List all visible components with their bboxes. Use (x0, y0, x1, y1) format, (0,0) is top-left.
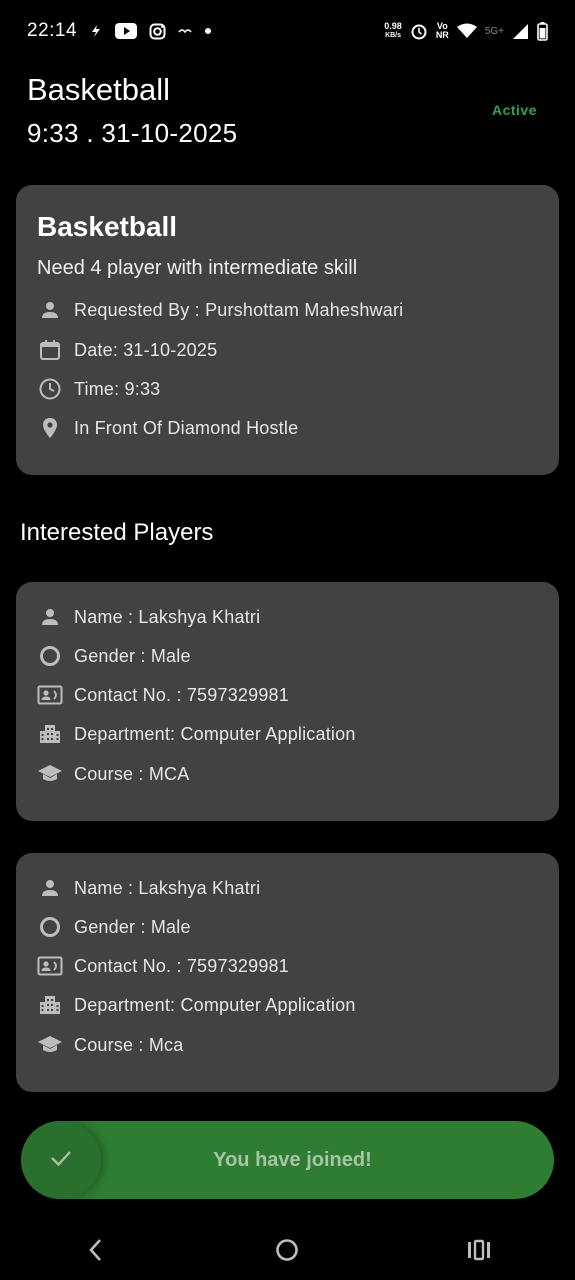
player-name: Name : Lakshya Khatri (74, 606, 261, 627)
player-department-row: Department: Computer Application (37, 719, 356, 749)
request-card: Basketball Need 4 player with intermedia… (16, 185, 559, 475)
recents-button[interactable] (449, 1225, 509, 1275)
volte-indicator: Vo NR (436, 22, 449, 40)
player-contact-row: Contact No. : 7597329981 (37, 951, 289, 981)
player-gender-row: Gender : Male (37, 912, 191, 942)
contact-card-icon (37, 953, 63, 979)
player-contact: Contact No. : 7597329981 (74, 684, 289, 705)
graduation-cap-icon (37, 1032, 63, 1058)
wifi-icon (456, 23, 477, 38)
system-nav-bar (0, 1220, 575, 1280)
player-card: Name : Lakshya Khatri Gender : Male Cont… (16, 582, 559, 821)
flash-icon (92, 25, 101, 37)
player-contact: Contact No. : 7597329981 (74, 955, 289, 976)
player-contact-row: Contact No. : 7597329981 (37, 680, 289, 710)
network-speed-unit: KB/s (385, 32, 402, 39)
slider-knob[interactable] (21, 1121, 101, 1199)
player-department-row: Department: Computer Application (37, 990, 356, 1020)
person-icon (37, 297, 63, 323)
status-badge: Active (491, 102, 537, 118)
requested-by-text: Requested By : Purshottam Maheshwari (74, 299, 404, 320)
person-icon (37, 604, 63, 630)
person-icon (37, 875, 63, 901)
network-type: 5G+ (484, 25, 504, 37)
date-row: Date: 31-10-2025 (37, 335, 217, 365)
player-name: Name : Lakshya Khatri (74, 877, 261, 898)
network-speed: 0.98 KB/s (384, 22, 402, 40)
player-course-row: Course : MCA (37, 759, 189, 789)
request-description: Need 4 player with intermediate skill (37, 257, 358, 279)
more-notifications-dot-icon (205, 28, 212, 34)
calendar-icon (37, 337, 63, 363)
clock-icon (37, 376, 63, 402)
contact-card-icon (37, 682, 63, 708)
network-speed-value: 0.98 (384, 21, 402, 31)
player-course: Course : MCA (74, 763, 190, 784)
player-department: Department: Computer Application (74, 994, 356, 1015)
youtube-icon (115, 23, 138, 39)
time-row: Time: 9:33 (37, 374, 160, 404)
status-time: 22:14 (27, 20, 78, 41)
instagram-icon (149, 23, 166, 39)
circle-icon (37, 643, 63, 669)
recents-icon (468, 1239, 491, 1261)
building-icon (37, 992, 63, 1018)
home-icon (276, 1239, 299, 1261)
requested-by-row: Requested By : Purshottam Maheshwari (37, 295, 403, 325)
request-title: Basketball (37, 211, 178, 242)
date-text: Date: 31-10-2025 (74, 339, 218, 360)
back-icon (89, 1239, 101, 1261)
notification-icon (178, 29, 192, 34)
joined-slider[interactable]: You have joined! (21, 1121, 554, 1199)
back-button[interactable] (66, 1225, 126, 1275)
home-button[interactable] (257, 1225, 317, 1275)
player-course: Course : Mca (74, 1034, 184, 1055)
page-title: Basketball (27, 72, 171, 107)
graduation-cap-icon (37, 761, 63, 787)
player-name-row: Name : Lakshya Khatri (37, 602, 260, 632)
building-icon (37, 721, 63, 747)
section-title: Interested Players (20, 519, 214, 546)
page-datetime: 9:33 . 31-10-2025 (27, 118, 238, 148)
circle-icon (37, 914, 63, 940)
player-gender: Gender : Male (74, 645, 191, 666)
location-row: In Front Of Diamond Hostle (37, 413, 298, 443)
player-card: Name : Lakshya Khatri Gender : Male Cont… (16, 853, 559, 1092)
battery-icon (537, 21, 548, 41)
location-text: In Front Of Diamond Hostle (74, 417, 299, 438)
player-gender: Gender : Male (74, 916, 191, 937)
player-course-row: Course : Mca (37, 1030, 183, 1060)
alarm-icon (411, 24, 427, 40)
time-text: Time: 9:33 (74, 378, 161, 399)
player-gender-row: Gender : Male (37, 641, 191, 671)
check-icon (48, 1145, 74, 1176)
page-header: Basketball 9:33 . 31-10-2025 Active (27, 72, 548, 152)
signal-icon (513, 23, 528, 39)
player-name-row: Name : Lakshya Khatri (37, 873, 260, 903)
nr-label: NR (435, 30, 449, 40)
status-bar: 22:14 0.98 KB/s Vo NR 5G+ (0, 0, 575, 62)
player-department: Department: Computer Application (74, 723, 356, 744)
location-pin-icon (37, 415, 63, 441)
